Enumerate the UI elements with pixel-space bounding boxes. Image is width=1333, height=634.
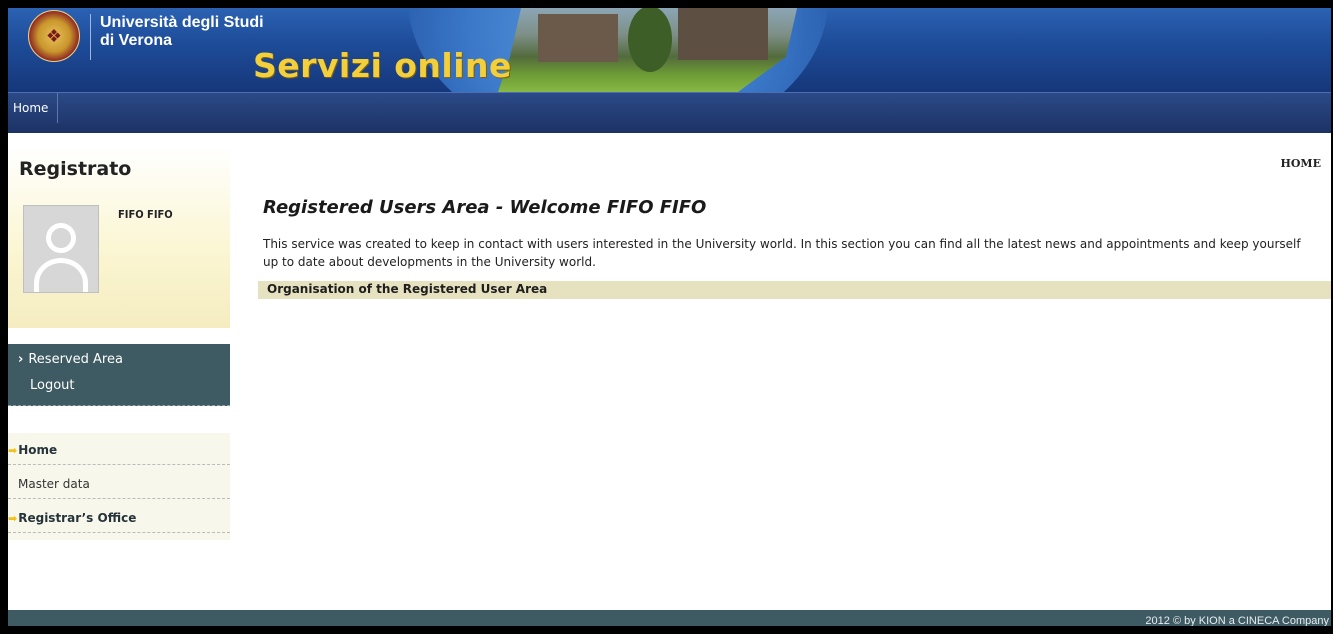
user-name: FIFO FIFO <box>118 208 173 221</box>
user-box-title: Registrato <box>19 158 132 180</box>
nav-item-registrars-office[interactable]: ➡Registrar’s Office <box>8 503 230 533</box>
section-header: Organisation of the Registered User Area <box>258 281 1331 299</box>
university-name[interactable]: Università degli Studi di Verona <box>100 14 264 50</box>
service-title: Servizi online <box>253 46 512 85</box>
page-description: This service was created to keep in cont… <box>263 237 1301 269</box>
arrow-right-icon: ➡ <box>8 444 18 457</box>
menu-item-logout[interactable]: Logout <box>30 378 75 393</box>
reserved-menu: › Reserved Area Logout <box>8 344 230 406</box>
footer-copyright: 2012 © by KION a CINECA Company <box>1145 615 1329 627</box>
page-title: Registered Users Area - Welcome FIFO FIF… <box>263 197 707 218</box>
nav-menu: ➡Home Master data ➡Registrar’s Office <box>8 433 230 540</box>
chevron-right-icon: › <box>18 352 24 367</box>
user-box: Registrato FIFO FIFO <box>8 146 230 328</box>
footer: 2012 © by KION a CINECA Company <box>8 610 1331 634</box>
logo-divider <box>90 14 91 60</box>
nav-item-master-data[interactable]: Master data <box>8 469 230 499</box>
top-nav-bar: Home <box>8 92 1331 133</box>
avatar-body-icon <box>34 258 88 292</box>
menu-item-reserved-area[interactable]: › Reserved Area <box>18 352 123 367</box>
header-banner: ❖ Università degli Studi di Verona Servi… <box>8 0 1331 92</box>
section-header-label: Organisation of the Registered User Area <box>267 282 548 296</box>
nav-item-label: Home <box>18 443 58 457</box>
avatar <box>23 205 99 293</box>
breadcrumb[interactable]: HOME <box>1280 157 1321 170</box>
nav-item-label: Registrar’s Office <box>18 511 137 525</box>
menu-item-label: Reserved Area <box>28 352 123 367</box>
arrow-right-icon: ➡ <box>8 512 18 525</box>
top-nav-home[interactable]: Home <box>8 93 59 123</box>
campus-photo <box>498 4 798 92</box>
university-seal-icon[interactable]: ❖ <box>28 10 80 62</box>
avatar-head-icon <box>46 223 76 253</box>
nav-item-home[interactable]: ➡Home <box>8 435 230 465</box>
